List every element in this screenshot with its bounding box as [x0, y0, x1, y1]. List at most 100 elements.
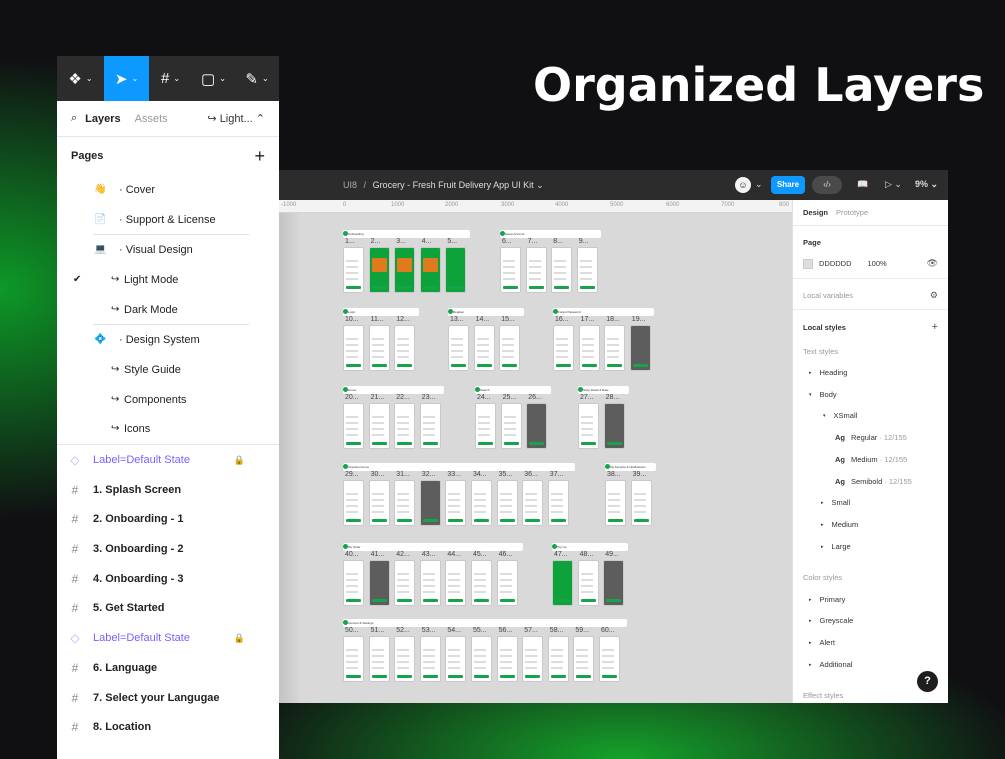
screen-frame[interactable]: 51... — [368, 627, 390, 682]
style-medium[interactable]: ▸ Medium — [821, 520, 938, 529]
layer-row[interactable]: ◇ Label=Default State 🔒 — [57, 623, 279, 653]
screen-frame[interactable]: 44... — [445, 551, 467, 606]
screen-frame[interactable]: 35... — [496, 471, 518, 526]
screen-frame[interactable]: 54... — [445, 627, 467, 682]
screen-frame[interactable]: 38... — [605, 471, 626, 526]
color-alert[interactable]: ▸ Alert — [809, 638, 938, 647]
screen-frame[interactable]: 24... — [475, 394, 496, 449]
screen-frame[interactable]: 6... — [500, 238, 521, 293]
style-heading[interactable]: ▸ Heading — [809, 368, 938, 377]
screen-frame[interactable]: 60... — [599, 627, 620, 682]
screen-frame[interactable]: 56... — [496, 627, 518, 682]
screen-frame[interactable]: 42... — [394, 551, 416, 606]
section-header[interactable]: My Favorite & Notifications — [605, 463, 656, 471]
screen-frame[interactable]: 34... — [471, 471, 492, 526]
screen-frame[interactable]: 9... — [576, 238, 598, 293]
layer-row[interactable]: #8. Location — [57, 712, 279, 742]
layer-row[interactable]: #6. Language — [57, 653, 279, 683]
screen-frame[interactable]: 3... — [394, 238, 416, 293]
style-medium-weight[interactable]: Ag Medium · 12/155 — [835, 455, 938, 464]
screen-frame[interactable]: 37... — [547, 471, 569, 526]
canvas[interactable]: Onboarding 1... 2... 3... 4... 5... Setup Acco… — [279, 213, 792, 703]
style-semibold[interactable]: Ag Semibold · 12/155 — [835, 477, 938, 486]
screen-frame[interactable]: 7... — [525, 238, 547, 293]
tab-design[interactable]: Design — [803, 208, 828, 217]
section-header[interactable]: Checkout Items — [343, 463, 575, 471]
color-additional[interactable]: ▸ Additional — [809, 660, 938, 669]
screen-frame[interactable]: 14... — [473, 316, 495, 371]
layer-row[interactable]: ◇ Label=Default State 🔒 — [57, 445, 279, 475]
screen-frame[interactable]: 57... — [522, 627, 544, 682]
page-item[interactable]: 📄 · Support & License — [57, 205, 279, 235]
screen-frame[interactable]: 1... — [343, 238, 364, 293]
dev-mode-toggle[interactable]: ‹/› — [812, 176, 842, 194]
screen-frame[interactable]: 17... — [578, 316, 600, 371]
screen-frame[interactable]: 41... — [368, 551, 390, 606]
screen-frame[interactable]: 29... — [343, 471, 364, 526]
screen-frame[interactable]: 21... — [368, 394, 390, 449]
library-icon[interactable]: 📖 — [857, 179, 868, 190]
section-header[interactable]: Onboarding — [343, 230, 470, 238]
screen-frame[interactable]: 47... — [552, 551, 573, 606]
screen-frame[interactable]: 5... — [445, 238, 467, 293]
screen-frame[interactable]: 2... — [368, 238, 390, 293]
section-header[interactable]: My Order — [343, 543, 523, 551]
file-name[interactable]: Grocery - Fresh Fruit Delivery App UI Ki… — [373, 180, 534, 190]
section-header[interactable]: Home — [343, 386, 444, 394]
section-header[interactable]: Setup Account — [500, 230, 601, 238]
chevron-down-icon[interactable]: ⌄ — [755, 179, 763, 190]
page-item[interactable]: ↪ Icons — [57, 415, 279, 445]
lock-icon[interactable]: 🔒 — [234, 455, 245, 466]
page-item[interactable]: ↪ Dark Mode — [57, 295, 279, 325]
screen-frame[interactable]: 25... — [500, 394, 522, 449]
screen-frame[interactable]: 22... — [394, 394, 416, 449]
screen-frame[interactable]: 13... — [448, 316, 469, 371]
screen-frame[interactable]: 59... — [573, 627, 595, 682]
page-switcher[interactable]: ↪ Light... ⌃ — [207, 112, 265, 125]
screen-frame[interactable]: 39... — [630, 471, 652, 526]
screen-frame[interactable]: 49... — [603, 551, 625, 606]
screen-frame[interactable]: 26... — [526, 394, 548, 449]
page-color-value[interactable]: DDDDDD — [819, 259, 852, 268]
layer-row[interactable]: #3. Onboarding - 2 — [57, 534, 279, 564]
zoom-level[interactable]: 9% ⌄ — [915, 179, 938, 190]
style-large[interactable]: ▸ Large — [821, 542, 938, 551]
section-header[interactable]: Top Up — [552, 543, 628, 551]
screen-frame[interactable]: 20... — [343, 394, 364, 449]
screen-frame[interactable]: 15... — [499, 316, 521, 371]
style-body[interactable]: ▾ Body — [809, 390, 938, 399]
section-header[interactable]: Account & Settings — [343, 619, 627, 627]
screen-frame[interactable]: 30... — [368, 471, 390, 526]
screen-frame[interactable]: 28... — [603, 394, 625, 449]
layer-row[interactable]: #4. Onboarding - 3 — [57, 564, 279, 594]
screen-frame[interactable]: 31... — [394, 471, 416, 526]
chevron-down-icon[interactable]: ⌄ — [536, 180, 544, 190]
section-header[interactable]: Search — [475, 386, 551, 394]
search-icon[interactable]: ⌕ — [71, 112, 77, 125]
screen-frame[interactable]: 10... — [343, 316, 364, 371]
section-header[interactable]: Login — [343, 308, 419, 316]
layer-row[interactable]: #2. Onboarding - 1 — [57, 505, 279, 535]
screen-frame[interactable]: 12... — [394, 316, 416, 371]
pen-tool-button[interactable]: ✎ ⌄ — [235, 56, 279, 101]
screen-frame[interactable]: 48... — [577, 551, 599, 606]
screen-frame[interactable]: 50... — [343, 627, 364, 682]
layer-row[interactable]: #5. Get Started — [57, 594, 279, 624]
screen-frame[interactable]: 36... — [522, 471, 544, 526]
screen-frame[interactable]: 8... — [551, 238, 573, 293]
screen-frame[interactable]: 45... — [471, 551, 492, 606]
move-tool-button[interactable]: ➤ ⌄ — [104, 56, 149, 101]
style-xsmall[interactable]: ▾ XSmall — [823, 411, 938, 420]
page-item[interactable]: 💠 · Design System — [57, 325, 279, 355]
style-regular[interactable]: Ag Regular · 12/155 — [835, 433, 938, 442]
add-style-icon[interactable]: + — [932, 321, 938, 333]
user-avatar[interactable]: ☺ — [735, 177, 751, 193]
screen-frame[interactable]: 55... — [471, 627, 492, 682]
main-menu-button[interactable]: ❖ ⌄ — [57, 56, 104, 101]
present-icon[interactable]: ▷ ⌄ — [885, 179, 902, 190]
style-small[interactable]: ▸ Small — [821, 498, 938, 507]
screen-frame[interactable]: 19... — [629, 316, 651, 371]
page-item[interactable]: ✔ ↪ Light Mode — [57, 265, 279, 295]
color-greyscale[interactable]: ▸ Greyscale — [809, 616, 938, 625]
layer-row[interactable]: #7. Select your Langugae — [57, 683, 279, 713]
